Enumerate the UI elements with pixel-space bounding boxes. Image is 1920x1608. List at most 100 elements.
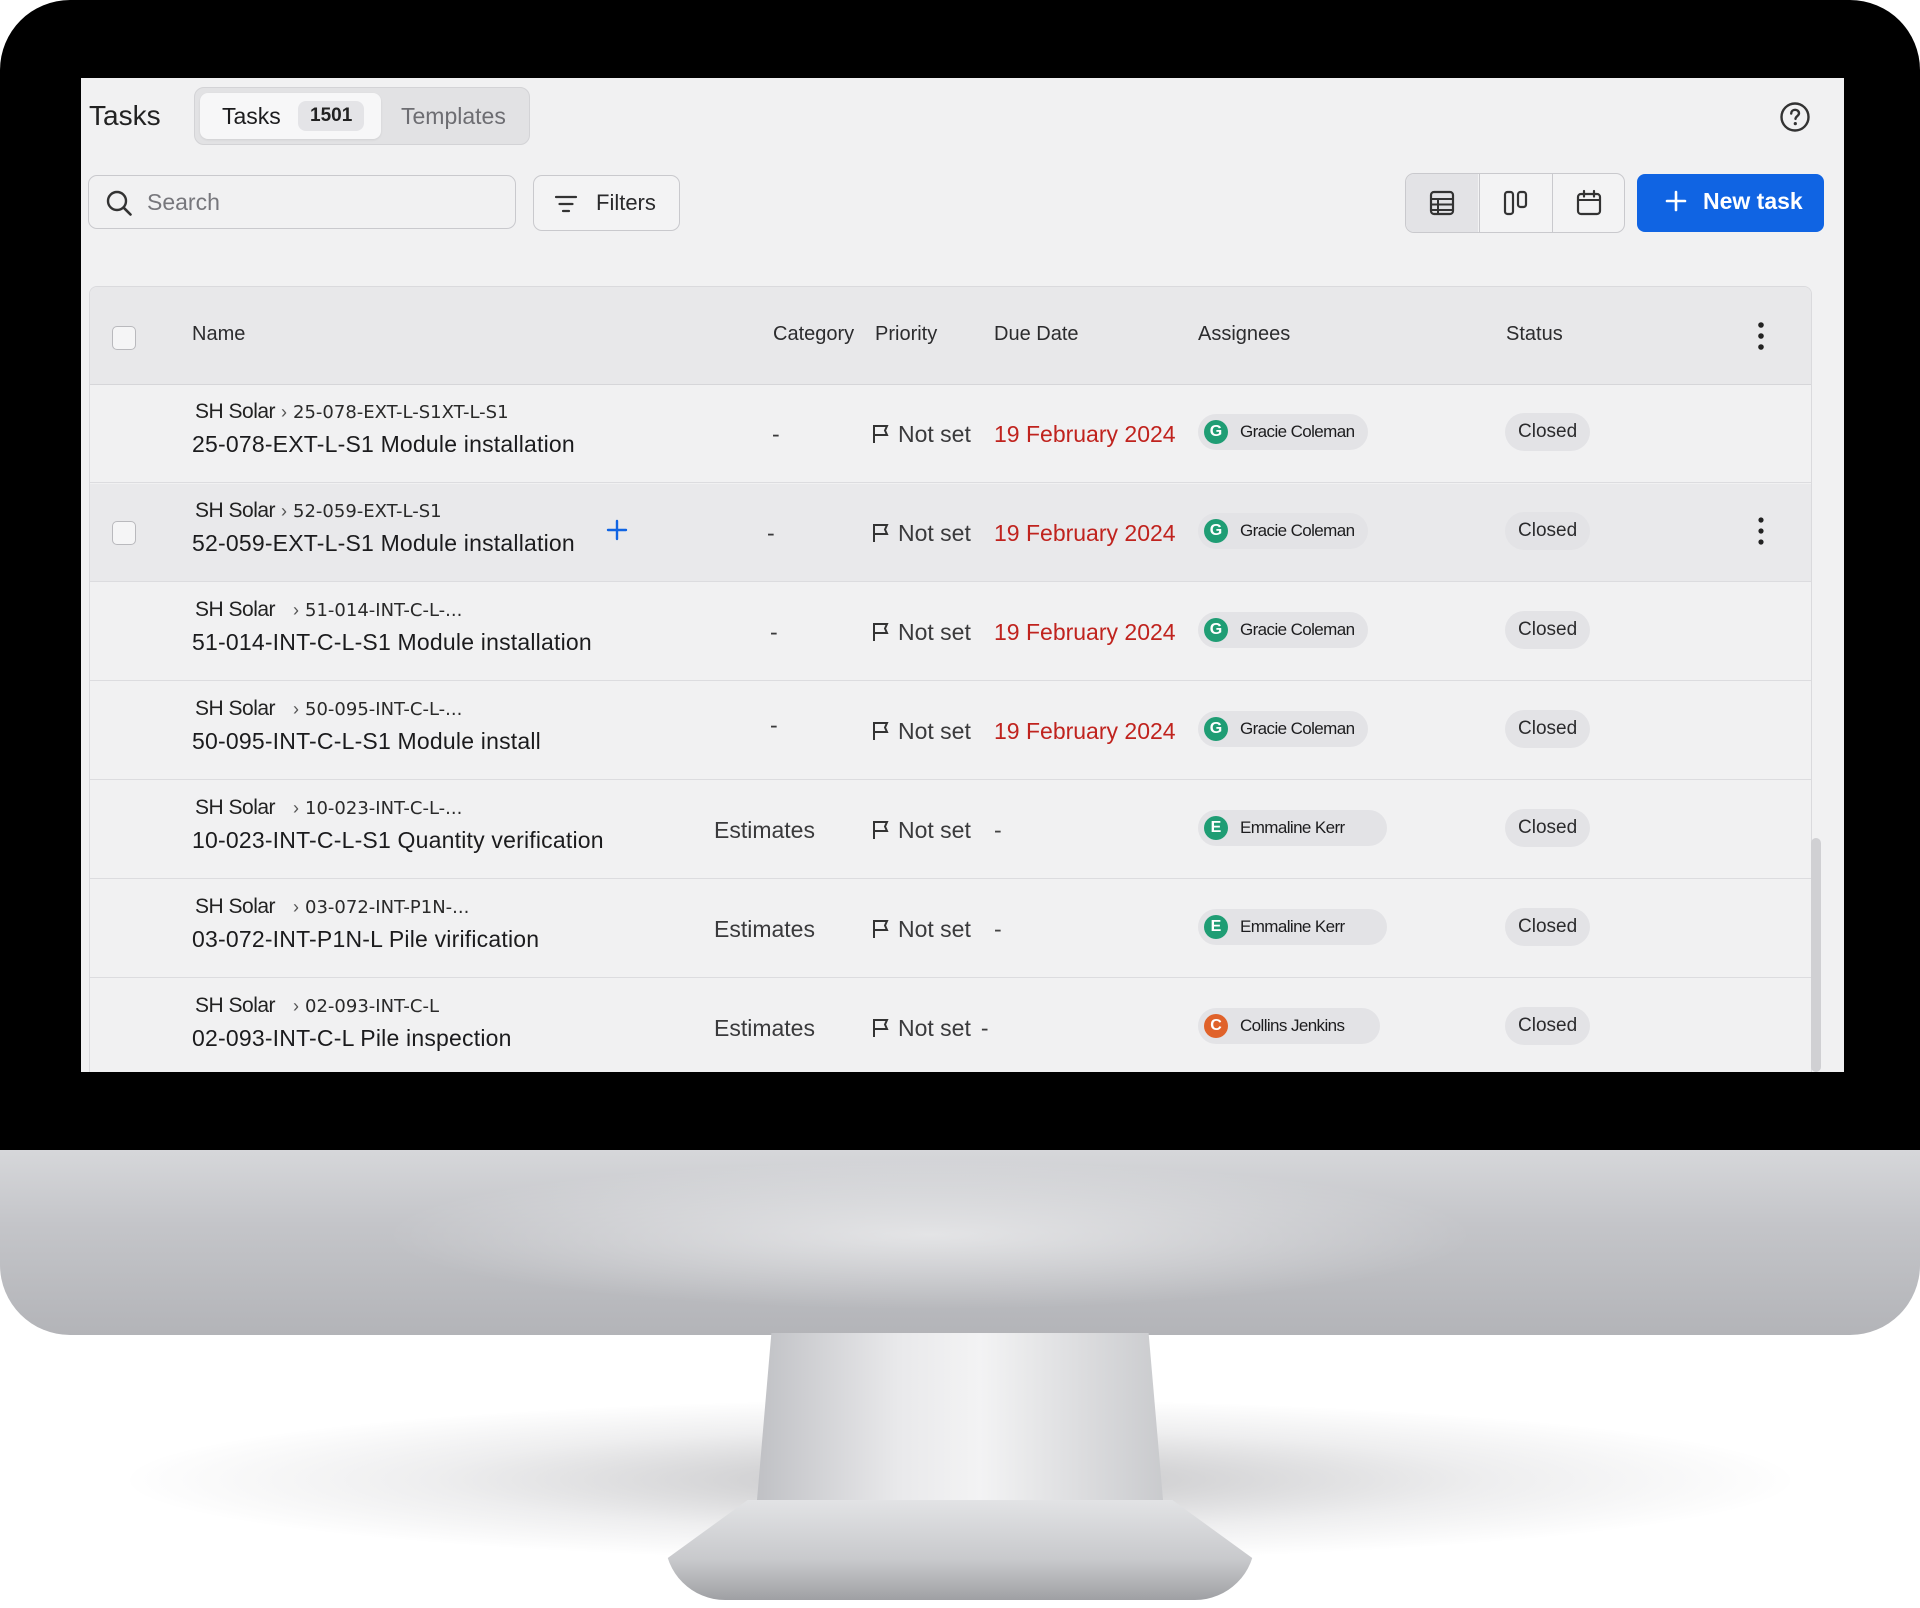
column-header-priority[interactable]: Priority xyxy=(875,323,937,346)
task-breadcrumb: SH Solar › 02-093-INT-C-L xyxy=(195,994,439,1018)
new-task-button[interactable]: New task xyxy=(1637,174,1824,232)
task-path: 25-078-EXT-L-S1XT-L-S1 xyxy=(293,402,509,423)
assignee-chip[interactable]: G Gracie Coleman xyxy=(1198,612,1369,648)
assignee-name: Gracie Coleman xyxy=(1240,521,1355,540)
task-breadcrumb: SH Solar › 10-023-INT-C-L-... xyxy=(195,796,462,820)
project-name: SH Solar xyxy=(195,400,276,423)
row-more-vertical-icon[interactable] xyxy=(1757,516,1765,546)
board-view-button[interactable] xyxy=(1479,174,1551,232)
search-field[interactable] xyxy=(88,175,516,229)
priority-cell[interactable]: Not set xyxy=(872,619,971,646)
priority-label: Not set xyxy=(898,916,971,942)
project-name: SH Solar xyxy=(195,598,276,621)
chevron-right-icon: › xyxy=(293,897,300,917)
assignee-chip[interactable]: G Gracie Coleman xyxy=(1198,513,1369,549)
avatar: E xyxy=(1204,915,1228,939)
row-checkbox[interactable] xyxy=(112,521,136,545)
status-badge[interactable]: Closed xyxy=(1505,908,1591,946)
category-cell: - xyxy=(770,619,778,645)
task-name[interactable]: 51-014-INT-C-L-S1 Module installation xyxy=(192,629,592,656)
assignee-name: Gracie Coleman xyxy=(1240,422,1355,441)
column-header-name[interactable]: Name xyxy=(192,323,245,346)
task-path: 03-072-INT-P1N-... xyxy=(305,897,470,918)
priority-label: Not set xyxy=(898,421,971,447)
vertical-scrollbar[interactable] xyxy=(1811,838,1821,1072)
avatar: G xyxy=(1204,519,1228,543)
task-name[interactable]: 52-059-EXT-L-S1 Module installation xyxy=(192,530,575,557)
priority-cell[interactable]: Not set xyxy=(872,718,971,745)
monitor-stand-neck xyxy=(755,1333,1165,1523)
task-breadcrumb: SH Solar › 51-014-INT-C-L-... xyxy=(195,598,462,622)
table-row[interactable]: SH Solar › 51-014-INT-C-L-... 51-014-INT-C… xyxy=(90,583,1811,681)
priority-label: Not set xyxy=(898,520,971,546)
table-row[interactable]: SH Solar › 25-078-EXT-L-S1XT-L-S1 25-078-E… xyxy=(90,385,1811,483)
assignee-chip[interactable]: G Gracie Coleman xyxy=(1198,414,1369,450)
search-input[interactable] xyxy=(147,185,497,219)
table-row[interactable]: SH Solar › 52-059-EXT-L-S1 52-059-EXT-L-S1… xyxy=(90,484,1811,582)
column-header-status[interactable]: Status xyxy=(1506,323,1563,346)
priority-cell[interactable]: Not set xyxy=(872,421,971,448)
priority-cell[interactable]: Not set xyxy=(872,520,971,547)
task-name[interactable]: 50-095-INT-C-L-S1 Module install xyxy=(192,728,541,755)
task-name[interactable]: 25-078-EXT-L-S1 Module installation xyxy=(192,431,575,458)
assignee-chip[interactable]: E Emmaline Kerr xyxy=(1198,810,1387,846)
task-name[interactable]: 03-072-INT-P1N-L Pile virification xyxy=(192,926,539,953)
tab-group: Tasks 1501 Templates xyxy=(194,87,530,145)
avatar: G xyxy=(1204,420,1228,444)
status-badge[interactable]: Closed xyxy=(1505,1007,1591,1045)
plus-icon xyxy=(1665,190,1687,212)
priority-cell[interactable]: Not set xyxy=(872,817,971,844)
table-row[interactable]: SH Solar › 03-072-INT-P1N-... 03-072-INT-P… xyxy=(90,880,1811,978)
chin-reflection xyxy=(380,1160,1480,1310)
add-subtask-plus-icon[interactable] xyxy=(605,518,629,542)
assignee-name: Emmaline Kerr xyxy=(1240,818,1345,837)
app-screen: Tasks Tasks 1501 Templates Search Filter… xyxy=(81,78,1844,1072)
table-header: Name Category Priority Due Date Assignee… xyxy=(90,287,1811,385)
table-row[interactable]: SH Solar › 10-023-INT-C-L-... 10-023-INT-C… xyxy=(90,781,1811,879)
status-badge[interactable]: Closed xyxy=(1505,611,1591,649)
status-badge[interactable]: Closed xyxy=(1505,809,1591,847)
tab-templates[interactable]: Templates xyxy=(401,103,506,130)
task-name[interactable]: 02-093-INT-C-L Pile inspection xyxy=(192,1025,512,1052)
task-path: 02-093-INT-C-L xyxy=(305,996,439,1017)
status-badge[interactable]: Closed xyxy=(1505,710,1591,748)
assignee-chip[interactable]: G Gracie Coleman xyxy=(1198,711,1369,747)
status-badge[interactable]: Closed xyxy=(1505,413,1591,451)
task-breadcrumb: SH Solar › 50-095-INT-C-L-... xyxy=(195,697,462,721)
priority-label: Not set xyxy=(898,1015,971,1041)
assignee-chip[interactable]: C Collins Jenkins xyxy=(1198,1008,1381,1044)
project-name: SH Solar xyxy=(195,796,276,819)
category-cell: - xyxy=(772,421,780,447)
chevron-right-icon: › xyxy=(293,798,300,818)
task-path: 50-095-INT-C-L-... xyxy=(305,699,463,720)
column-header-category[interactable]: Category xyxy=(773,323,854,346)
assignee-chip[interactable]: E Emmaline Kerr xyxy=(1198,909,1387,945)
flag-icon xyxy=(873,524,889,542)
select-all-checkbox[interactable] xyxy=(112,326,136,350)
task-breadcrumb: SH Solar › 52-059-EXT-L-S1 xyxy=(195,499,442,523)
priority-cell[interactable]: Not set - xyxy=(872,1015,989,1042)
task-breadcrumb: SH Solar › 03-072-INT-P1N-... xyxy=(195,895,469,919)
question-circle-icon[interactable] xyxy=(1779,101,1811,133)
flag-icon xyxy=(873,1019,889,1037)
view-mode-toggle xyxy=(1405,173,1625,233)
table-row[interactable]: SH Solar › 02-093-INT-C-L 02-093-INT-C-L P… xyxy=(90,979,1811,1072)
chevron-right-icon: › xyxy=(281,402,288,422)
filters-button[interactable]: Filters xyxy=(533,175,680,231)
status-badge[interactable]: Closed xyxy=(1505,512,1591,550)
column-header-due-date[interactable]: Due Date xyxy=(994,323,1079,346)
more-vertical-icon[interactable] xyxy=(1757,321,1765,351)
priority-cell[interactable]: Not set xyxy=(872,916,971,943)
tab-tasks[interactable]: Tasks 1501 xyxy=(200,93,381,139)
columns-icon xyxy=(1503,190,1527,216)
task-name[interactable]: 10-023-INT-C-L-S1 Quantity verification xyxy=(192,827,604,854)
avatar: E xyxy=(1204,816,1228,840)
table-view-button[interactable] xyxy=(1406,174,1478,232)
project-name: SH Solar xyxy=(195,895,276,918)
monitor-stand-foot xyxy=(665,1500,1255,1600)
table-row[interactable]: SH Solar › 50-095-INT-C-L-... 50-095-INT-C… xyxy=(90,682,1811,780)
calendar-view-button[interactable] xyxy=(1552,174,1624,232)
flag-icon xyxy=(873,920,889,938)
column-header-assignees[interactable]: Assignees xyxy=(1198,323,1290,346)
assignee-name: Gracie Coleman xyxy=(1240,620,1355,639)
